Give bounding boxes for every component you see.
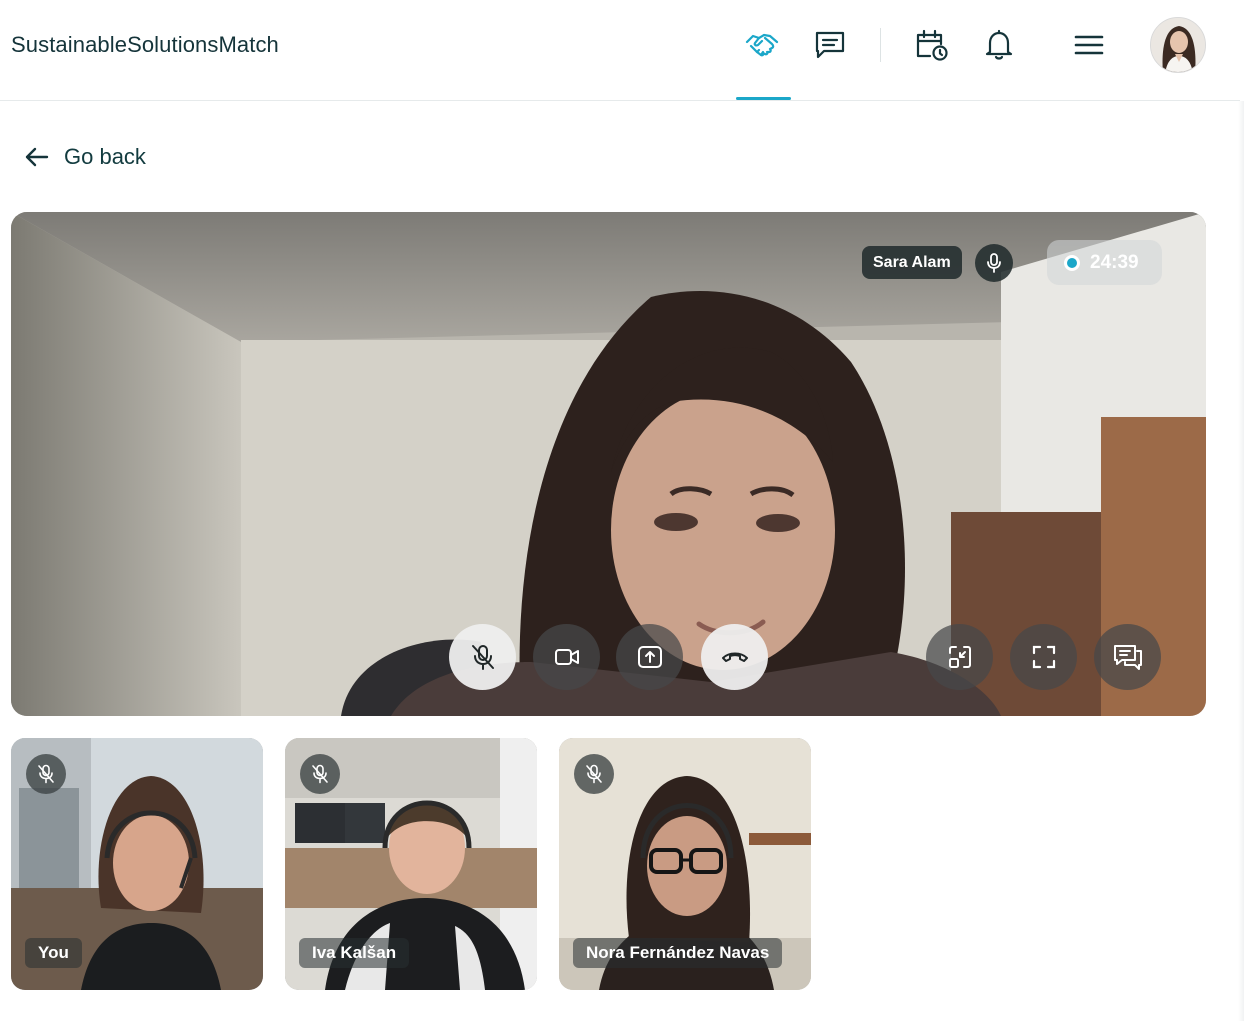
participant-muted-indicator <box>26 754 66 794</box>
go-back-button[interactable]: Go back <box>24 140 146 174</box>
share-screen-button[interactable] <box>616 624 683 690</box>
nav-divider <box>880 28 881 62</box>
participant-tile-nora-fernandez-navas[interactable]: Nora Fernández Navas <box>559 738 811 990</box>
participant-tile-iva-kalsan[interactable]: Iva Kalšan <box>285 738 537 990</box>
participant-muted-indicator <box>574 754 614 794</box>
fullscreen-button[interactable] <box>1010 624 1077 690</box>
call-timer: 24:39 <box>1047 240 1162 285</box>
bell-icon <box>985 29 1013 60</box>
brand-logo-text[interactable]: SustainableSolutionsMatch <box>11 32 279 58</box>
nav-matches-button[interactable] <box>738 22 786 68</box>
chat-bubbles-icon <box>1113 645 1142 670</box>
page-edge-shadow <box>1238 101 1244 1021</box>
video-icon <box>554 649 579 665</box>
nav-notifications-button[interactable] <box>975 22 1023 68</box>
nav-messages-button[interactable] <box>806 22 854 68</box>
participant-name-label: You <box>25 938 82 968</box>
nav-calendar-button[interactable] <box>908 22 956 68</box>
top-navigation-bar: SustainableSolutionsMatch <box>0 0 1240 101</box>
user-avatar[interactable] <box>1150 17 1206 73</box>
hang-up-icon <box>721 652 748 662</box>
participant-name-label: Iva Kalšan <box>299 938 410 968</box>
speaker-mic-indicator <box>975 244 1013 282</box>
fullscreen-icon <box>1032 645 1055 669</box>
arrow-left-icon <box>25 147 49 167</box>
screen-share-icon <box>637 646 662 668</box>
mic-off-icon <box>586 764 602 784</box>
nav-menu-button[interactable] <box>1065 22 1113 68</box>
speaker-name-chip: Sara Alam <box>862 246 962 279</box>
active-tab-indicator <box>736 97 791 100</box>
go-back-label: Go back <box>64 144 146 169</box>
end-call-button[interactable] <box>701 624 768 690</box>
minimize-icon <box>948 646 971 668</box>
open-chat-button[interactable] <box>1094 624 1161 690</box>
chat-icon <box>815 31 845 59</box>
mic-off-icon <box>312 764 328 784</box>
minimize-video-button[interactable] <box>926 624 993 690</box>
handshake-icon <box>745 33 779 57</box>
main-video-feed[interactable]: Sara Alam 24:39 <box>11 212 1206 716</box>
participant-name-label: Nora Fernández Navas <box>573 938 783 968</box>
recording-dot-icon <box>1064 254 1080 271</box>
menu-icon <box>1074 35 1104 55</box>
participant-tile-you[interactable]: You <box>11 738 263 990</box>
toggle-camera-button[interactable] <box>533 624 600 690</box>
calendar-clock-icon <box>916 29 948 61</box>
participant-muted-indicator <box>300 754 340 794</box>
mic-off-icon <box>471 645 494 670</box>
call-timer-value: 24:39 <box>1090 251 1139 273</box>
mute-mic-button[interactable] <box>449 624 516 690</box>
mic-off-icon <box>38 764 54 784</box>
mic-icon <box>987 253 1001 273</box>
